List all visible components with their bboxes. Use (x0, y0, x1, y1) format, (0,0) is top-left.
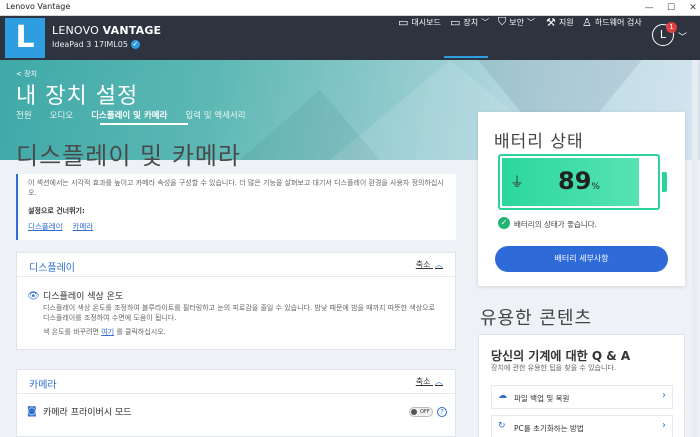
brand-prefix: LENOVO (52, 24, 99, 37)
battery-percent-unit: % (591, 182, 600, 192)
tab-audio[interactable]: 오디오 (50, 109, 73, 121)
intro-text: 이 섹션에서는 시각적 효과를 높이고 카메라 속성을 구성할 수 있습니다. … (28, 179, 444, 197)
chevron-down-icon: ﹀ (526, 17, 535, 27)
brand-title: LENOVO VANTAGE (52, 24, 161, 37)
chevron-right-icon: › (662, 390, 666, 401)
tab-input-accessories[interactable]: 입력 및 액세서리 (185, 109, 245, 121)
battery-percentage: 89% (558, 167, 600, 195)
battery-status-text: 배터리의 상태가 좋습니다. (514, 220, 598, 229)
battery-tip (662, 172, 667, 192)
notification-badge: 1 (666, 22, 677, 33)
collapse-label: 축소 (415, 260, 431, 269)
close-button[interactable]: ✕ (680, 1, 700, 15)
check-circle-icon: ✓ (498, 217, 510, 229)
shield-icon: ⛉ (498, 15, 507, 28)
nav-support[interactable]: ⚒ 지원 (546, 10, 574, 34)
color-temp-hint-prefix: 색 온도를 바꾸려면 (43, 328, 99, 336)
section-tabs: 전원 오디오 디스플레이 및 카메라 입력 및 액세서리 (16, 109, 246, 121)
camera-privacy-title: 카메라 프라이버시 모드 (43, 408, 132, 418)
tab-active-indicator (100, 123, 188, 125)
chevron-down-icon[interactable]: ﹀ (678, 30, 687, 43)
shortcut-label: 설정으로 건너뛰기: (28, 207, 85, 215)
tab-display-camera[interactable]: 디스플레이 및 카메라 (91, 109, 167, 121)
device-name-label: IdeaPad 3 17IML05 ✓ (52, 40, 140, 49)
wrench-icon: ⚒ (546, 15, 556, 29)
display-card: 디스플레이 축소 ︿ 👁 디스플레이 색상 온도 디스플레이 색상 온도를 조정… (16, 252, 456, 350)
intro-box: 이 섹션에서는 시각적 효과를 높이고 카메라 속성을 구성할 수 있습니다. … (16, 174, 456, 240)
camera-icon: ◙ (27, 406, 37, 417)
camera-card-title: 카메라 (29, 380, 57, 391)
collapse-label: 축소 (415, 377, 431, 386)
qa-item-label: PC를 초기화하는 방법 (514, 424, 584, 433)
qa-item-label: 파일 백업 및 복원 (514, 394, 570, 403)
cloud-icon: ☁ (498, 391, 507, 401)
display-collapse-button[interactable]: 축소 ︿ (416, 259, 443, 270)
nav-security[interactable]: ⛉ 보안 ﹀ (498, 10, 535, 34)
battery-status-panel: 배터리 상태 ⏚ 89% ✓ 배터리의 상태가 좋습니다. 배터리 세부사항 (478, 112, 685, 286)
toggle-state-label: OFF (420, 409, 430, 415)
nav-dashboard-label: 대시보드 (411, 17, 441, 27)
nav-device-label: 장치 (463, 17, 479, 27)
tab-power[interactable]: 전원 (16, 109, 32, 121)
chevron-up-icon: ︿ (435, 377, 443, 386)
nav-hardware-scan[interactable]: ♙ 하드웨어 검사 (582, 10, 642, 34)
qa-card: 당신의 기계에 대한 Q & A 장치에 관한 유용한 팁을 찾을 수 있습니다… (478, 334, 685, 437)
chevron-right-icon: › (662, 420, 666, 431)
dashboard-icon: ▭ (398, 15, 409, 29)
qa-subtitle: 장치에 관한 유용한 팁을 찾을 수 있습니다. (491, 364, 617, 372)
help-icon[interactable]: ? (437, 407, 447, 417)
nav-hardware-scan-label: 하드웨어 검사 (594, 17, 642, 27)
battery-percent-value: 89 (558, 167, 592, 195)
camera-collapse-button[interactable]: 축소 ︿ (416, 376, 443, 387)
page-scrollbar[interactable] (692, 60, 698, 437)
device-name: IdeaPad 3 17IML05 (52, 40, 128, 49)
hero-decoration (240, 90, 380, 160)
nav-support-label: 지원 (558, 17, 574, 27)
toggle-knob (411, 409, 417, 415)
color-temp-hint-suffix: 를 클릭하십시오. (116, 328, 166, 336)
useful-content-title: 유용한 콘텐츠 (480, 308, 593, 329)
nav-active-indicator (444, 56, 488, 58)
section-title: 디스플레이 및 카메라 (16, 142, 241, 170)
eye-icon: 👁 (27, 291, 40, 302)
qa-item-backup[interactable]: ☁ 파일 백업 및 복원 › (491, 385, 673, 409)
chevron-up-icon: ︿ (435, 260, 443, 269)
battery-title: 배터리 상태 (494, 132, 584, 152)
color-temp-title: 디스플레이 색상 온도 (43, 292, 124, 302)
window-title: Lenovo Vantage (6, 2, 71, 11)
shortcut-links: 디스플레이 카메라 (28, 221, 446, 232)
person-icon: ♙ (582, 15, 592, 29)
camera-privacy-toggle[interactable]: OFF (409, 407, 433, 417)
qa-title: 당신의 기계에 대한 Q & A (491, 349, 631, 363)
chevron-down-icon: ﹀ (481, 17, 490, 27)
verified-check-icon: ✓ (130, 40, 140, 49)
nav-dashboard[interactable]: ▭ 대시보드 (398, 10, 441, 34)
plug-icon: ⏚ (510, 175, 524, 191)
camera-card: 카메라 축소 ︿ ◙ 카메라 프라이버시 모드 OFF ? (16, 369, 456, 437)
page-title: 내 장치 설정 (16, 84, 139, 109)
refresh-icon: ↻ (498, 421, 506, 431)
camera-card-header: 카메라 축소 ︿ (17, 370, 455, 394)
brand-name: VANTAGE (102, 24, 162, 37)
color-temp-hint: 색 온도를 바꾸려면 여기 를 클릭하십시오. (43, 327, 166, 337)
battery-details-button[interactable]: 배터리 세부사항 (495, 246, 668, 272)
color-temp-here-link[interactable]: 여기 (101, 328, 114, 336)
vantage-logo[interactable]: L (5, 18, 45, 58)
display-card-header: 디스플레이 축소 ︿ (17, 253, 455, 277)
nav-device[interactable]: ▭ 장치 ﹀ (450, 10, 489, 34)
nav-security-label: 보안 (509, 17, 524, 27)
shortcut-display-link[interactable]: 디스플레이 (28, 221, 63, 232)
shortcut-camera-link[interactable]: 카메라 (73, 221, 94, 232)
laptop-icon: ▭ (450, 15, 461, 29)
display-card-title: 디스플레이 (29, 263, 75, 274)
qa-item-reset[interactable]: ↻ PC를 초기화하는 방법 › (491, 415, 673, 437)
color-temp-desc: 디스플레이 색상 온도를 조정하여 블루라이트를 필터링하고 눈의 피로감을 줄… (43, 304, 436, 322)
